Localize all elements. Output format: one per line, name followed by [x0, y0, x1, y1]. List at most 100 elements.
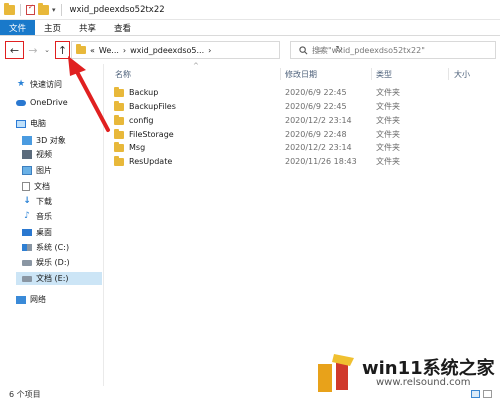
- breadcrumb-separator[interactable]: ›: [208, 46, 211, 55]
- tab-file[interactable]: 文件: [0, 20, 36, 35]
- file-date: 2020/6/9 22:45: [285, 102, 347, 111]
- file-name: ResUpdate: [129, 157, 173, 166]
- desktop-icon: [22, 229, 32, 236]
- column-header-name[interactable]: 名称: [115, 67, 275, 81]
- chevron-down-icon[interactable]: ▾: [52, 6, 56, 14]
- properties-icon[interactable]: [26, 3, 35, 15]
- sidebar-item-drive-c[interactable]: 系统 (C:): [22, 241, 102, 254]
- drive-icon: [22, 259, 32, 266]
- watermark-url: www.relsound.com: [376, 377, 471, 388]
- file-type: 文件夹: [376, 88, 400, 97]
- back-button[interactable]: ←: [5, 41, 24, 59]
- file-name-cell: ResUpdate: [114, 155, 172, 168]
- sidebar-item-label: 桌面: [36, 228, 52, 237]
- breadcrumb-overflow[interactable]: «: [90, 46, 95, 55]
- item-count: 6 个项目: [9, 389, 41, 399]
- file-name-cell: Backup: [114, 86, 158, 99]
- 3d-objects-icon: [22, 136, 32, 145]
- sidebar-item-label: 文档 (E:): [36, 274, 69, 283]
- sidebar-item-videos[interactable]: 视频: [22, 148, 102, 161]
- file-date: 2020/12/2 23:14: [285, 116, 352, 125]
- folder-icon: [114, 86, 124, 97]
- sidebar-item-label: 视频: [36, 150, 52, 159]
- tab-share[interactable]: 共享: [70, 20, 105, 35]
- search-box[interactable]: 搜索"wxid_pdeexdso52tx22": [290, 41, 496, 59]
- network-icon: [16, 295, 26, 304]
- file-name: Msg: [129, 143, 146, 152]
- column-divider[interactable]: [448, 68, 449, 80]
- address-bar[interactable]: « We... › wxid_pdeexdso5... › ⌄ ↻: [71, 41, 343, 59]
- pc-icon: [16, 119, 26, 128]
- sidebar-item-this-pc[interactable]: 电脑: [16, 117, 102, 130]
- column-header-type[interactable]: 类型: [376, 67, 446, 81]
- sidebar-item-network[interactable]: 网络: [16, 293, 102, 306]
- sidebar-item-desktop[interactable]: 桌面: [22, 226, 102, 239]
- column-header-size[interactable]: 大小: [454, 67, 494, 81]
- sidebar-item-drive-d[interactable]: 娱乐 (D:): [22, 256, 102, 269]
- column-divider[interactable]: [371, 68, 372, 80]
- music-icon: ♪: [24, 211, 30, 221]
- sidebar-item-label: 音乐: [36, 212, 52, 221]
- quick-access-toolbar: ▾: [0, 2, 64, 16]
- file-name: FileStorage: [129, 130, 174, 139]
- window-title: wxid_pdeexdso52tx22: [69, 4, 165, 15]
- sidebar-item-music[interactable]: ♪ 音乐: [22, 210, 102, 223]
- new-folder-icon[interactable]: [38, 2, 49, 15]
- file-name-cell: BackupFiles: [114, 100, 176, 113]
- sidebar-item-drive-e[interactable]: 文档 (E:): [16, 272, 102, 285]
- folder-icon: [114, 155, 124, 166]
- folder-icon: [4, 2, 15, 15]
- file-list: ^ 名称 修改日期 类型 大小 Backup 2020/6/9 22:45 文件…: [105, 62, 500, 386]
- sidebar-item-onedrive[interactable]: OneDrive: [16, 96, 102, 109]
- sidebar-item-label: 系统 (C:): [36, 243, 70, 252]
- file-date: 2020/6/9 22:45: [285, 88, 347, 97]
- chevron-down-icon: ⌄: [44, 46, 50, 54]
- navigation-pane: ★ 快速访问 OneDrive 电脑 3D 对象 视频 图片 文档 ↓ 下载 ♪…: [0, 64, 104, 386]
- sidebar-item-documents[interactable]: 文档: [22, 180, 102, 193]
- sidebar-item-label: 娱乐 (D:): [36, 258, 70, 267]
- cloud-icon: [16, 99, 26, 106]
- sidebar-item-quick-access[interactable]: ★ 快速访问: [16, 78, 102, 91]
- file-name: config: [129, 116, 154, 125]
- table-row[interactable]: BackupFiles 2020/6/9 22:45 文件夹: [105, 100, 500, 113]
- tab-home[interactable]: 主页: [35, 20, 70, 35]
- sidebar-item-label: 电脑: [30, 119, 46, 128]
- file-name: BackupFiles: [129, 102, 176, 111]
- table-row[interactable]: Backup 2020/6/9 22:45 文件夹: [105, 86, 500, 99]
- sidebar-item-downloads[interactable]: ↓ 下载: [22, 195, 102, 208]
- file-name-cell: config: [114, 114, 153, 127]
- breadcrumb-item[interactable]: We...: [99, 46, 119, 55]
- search-icon: [299, 45, 308, 54]
- sidebar-item-label: 网络: [30, 295, 46, 304]
- forward-button[interactable]: →: [27, 41, 39, 59]
- file-name-cell: FileStorage: [114, 128, 174, 141]
- table-row[interactable]: ResUpdate 2020/11/26 18:43 文件夹: [105, 155, 500, 168]
- column-divider[interactable]: [280, 68, 281, 80]
- watermark-logo-icon: [318, 354, 354, 392]
- file-type: 文件夹: [376, 102, 400, 111]
- tab-view[interactable]: 查看: [105, 20, 140, 35]
- recent-locations-button[interactable]: ⌄: [42, 41, 52, 59]
- divider: [60, 3, 62, 16]
- folder-icon: [114, 141, 124, 152]
- sidebar-item-label: 图片: [36, 166, 52, 175]
- file-type: 文件夹: [376, 157, 400, 166]
- download-icon: ↓: [23, 196, 31, 206]
- table-row[interactable]: Msg 2020/12/2 23:14 文件夹: [105, 141, 500, 154]
- file-name-cell: Msg: [114, 141, 145, 154]
- file-date: 2020/11/26 18:43: [285, 157, 357, 166]
- navigation-bar: ← → ⌄ ↑ « We... › wxid_pdeexdso5... › ⌄ …: [0, 36, 500, 64]
- sidebar-item-3d-objects[interactable]: 3D 对象: [22, 134, 102, 147]
- arrow-left-icon: ←: [9, 43, 20, 57]
- file-date: 2020/6/9 22:48: [285, 130, 347, 139]
- table-row[interactable]: config 2020/12/2 23:14 文件夹: [105, 114, 500, 127]
- sidebar-item-pictures[interactable]: 图片: [22, 164, 102, 177]
- breadcrumb-item[interactable]: wxid_pdeexdso5...: [130, 46, 204, 55]
- watermark: win11系统之家 www.relsound.com: [312, 352, 496, 398]
- up-button[interactable]: ↑: [55, 41, 70, 59]
- sidebar-item-label: 3D 对象: [36, 136, 66, 145]
- table-row[interactable]: FileStorage 2020/6/9 22:48 文件夹: [105, 128, 500, 141]
- breadcrumb-separator[interactable]: ›: [123, 46, 126, 55]
- column-header-date[interactable]: 修改日期: [285, 67, 370, 81]
- search-placeholder: 搜索"wxid_pdeexdso52tx22": [312, 45, 425, 55]
